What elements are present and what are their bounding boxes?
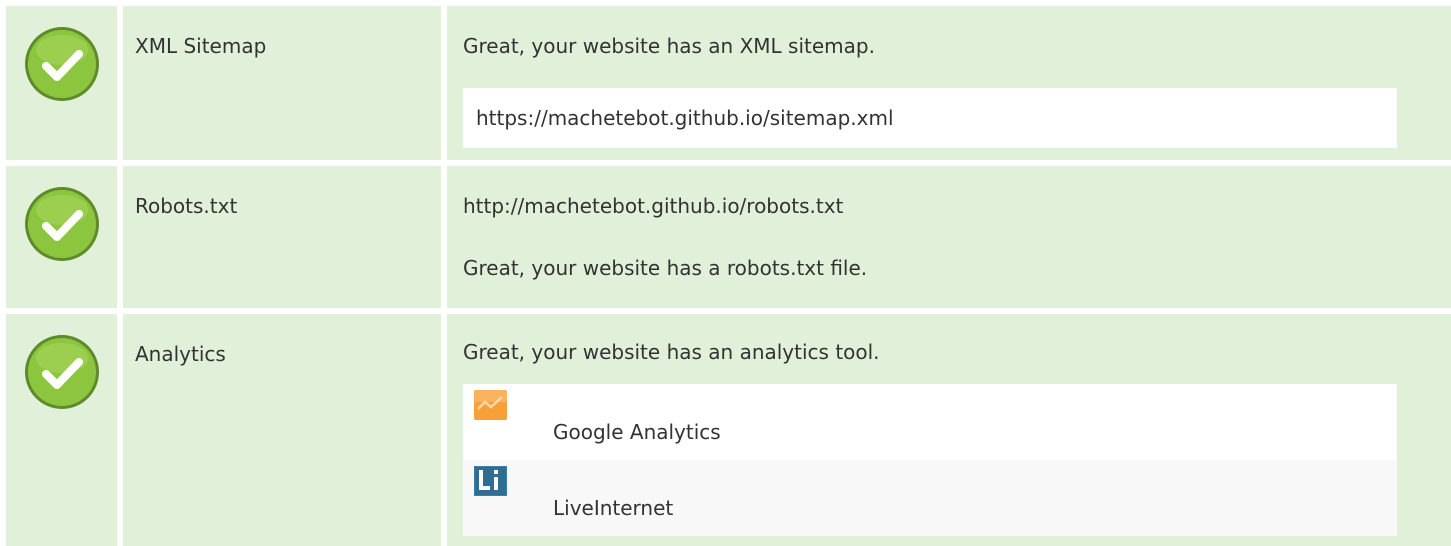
result-message: Great, your website has a robots.txt fil… <box>463 256 868 280</box>
tool-label: LiveInternet <box>553 496 674 520</box>
check-detail-cell: Great, your website has an XML sitemap. … <box>447 6 1451 160</box>
check-icon <box>25 27 99 101</box>
tool-label: Google Analytics <box>553 420 721 444</box>
check-name-cell: Robots.txt <box>123 166 441 308</box>
check-detail-cell: http://machetebot.github.io/robots.txt G… <box>447 166 1451 308</box>
result-message: Great, your website has an analytics too… <box>463 340 880 364</box>
result-row-analytics: Analytics Great, your website has an ana… <box>0 314 1451 546</box>
google-analytics-icon <box>474 390 507 420</box>
analytics-tool-list: Google Analytics LiveInternet <box>463 384 1397 536</box>
list-item: LiveInternet <box>463 460 1397 536</box>
status-cell <box>6 314 117 546</box>
check-name: Analytics <box>135 342 226 366</box>
check-detail-cell: Great, your website has an analytics too… <box>447 314 1451 546</box>
list-item: Google Analytics <box>463 384 1397 460</box>
result-row-xml-sitemap: XML Sitemap Great, your website has an X… <box>0 6 1451 160</box>
result-row-robots-txt: Robots.txt http://machetebot.github.io/r… <box>0 166 1451 308</box>
check-icon <box>25 335 99 409</box>
sitemap-url: https://machetebot.github.io/sitemap.xml <box>463 88 1397 148</box>
check-icon <box>25 187 99 261</box>
status-cell <box>6 6 117 160</box>
status-cell <box>6 166 117 308</box>
check-name: XML Sitemap <box>135 34 267 58</box>
robots-url: http://machetebot.github.io/robots.txt <box>463 194 844 218</box>
liveinternet-icon <box>474 466 507 496</box>
check-name-cell: Analytics <box>123 314 441 546</box>
result-message: Great, your website has an XML sitemap. <box>463 34 875 58</box>
check-name-cell: XML Sitemap <box>123 6 441 160</box>
seo-results-table: XML Sitemap Great, your website has an X… <box>0 0 1451 546</box>
check-name: Robots.txt <box>135 194 238 218</box>
